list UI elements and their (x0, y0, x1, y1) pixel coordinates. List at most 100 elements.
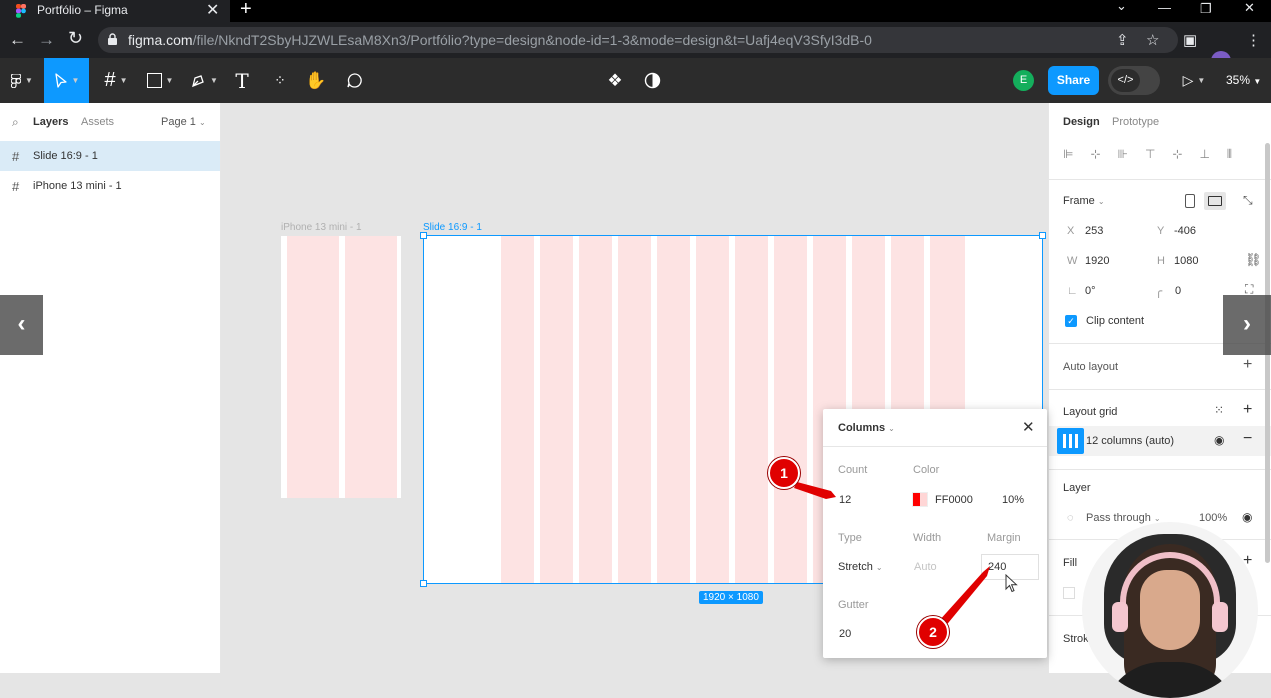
resize-handle[interactable] (420, 232, 427, 239)
browser-tab[interactable]: Portfólio – Figma ✕ (0, 0, 230, 22)
close-icon[interactable]: ✕ (1022, 418, 1035, 436)
next-slide-button[interactable]: › (1223, 295, 1271, 355)
corner-radius-icon: ╭ (1155, 284, 1163, 298)
columns-icon (1075, 434, 1078, 448)
layer-item-iphone[interactable]: # iPhone 13 mini - 1 (0, 171, 220, 201)
frame-label-iphone[interactable]: iPhone 13 mini - 1 (281, 222, 362, 233)
minimize-icon[interactable]: — (1158, 0, 1171, 15)
page-selector[interactable]: Page 1 ⌄ (161, 116, 206, 128)
add-auto-layout-icon[interactable]: + (1243, 356, 1252, 374)
frame-tool-button[interactable]: # ▼ (98, 58, 134, 103)
h-label: H (1157, 255, 1165, 267)
y-field[interactable]: -406 (1174, 225, 1196, 237)
user-avatar[interactable]: E (1013, 70, 1034, 91)
comment-tool-button[interactable] (342, 58, 366, 103)
tab-close-icon[interactable]: ✕ (206, 0, 219, 20)
browser-menu-icon[interactable]: ⋮ (1246, 31, 1261, 49)
shape-tool-button[interactable]: ▼ (142, 58, 178, 103)
contrast-button[interactable] (641, 58, 663, 103)
color-label: Color (913, 464, 940, 476)
grid-styles-icon[interactable]: ⁙ (1214, 403, 1224, 417)
landscape-icon (1208, 196, 1222, 206)
type-select[interactable]: Stretch ⌄ (838, 561, 883, 573)
frame-label-slide[interactable]: Slide 16:9 - 1 (423, 222, 482, 233)
w-field[interactable]: 1920 (1085, 255, 1109, 267)
hand-tool-button[interactable]: ✋ (304, 58, 328, 103)
grid-settings-button[interactable] (1057, 428, 1084, 454)
new-tab-button[interactable]: + (240, 0, 252, 21)
auto-layout-title: Auto layout (1063, 361, 1119, 373)
text-tool-button[interactable]: T (230, 58, 254, 103)
tab-layers[interactable]: Layers (33, 116, 68, 128)
grid-column (579, 236, 612, 583)
tab-design[interactable]: Design (1063, 116, 1100, 128)
frame-section-title[interactable]: Frame ⌄ (1063, 195, 1105, 207)
blend-mode-select[interactable]: Pass through ⌄ (1086, 512, 1161, 524)
dev-mode-toggle[interactable]: </> (1108, 66, 1160, 95)
chevron-down-icon: ⌄ (198, 118, 206, 127)
window-close-icon[interactable]: ✕ (1244, 0, 1255, 16)
clip-content-checkbox[interactable]: ✓ (1065, 315, 1077, 327)
resources-button[interactable]: ⁘ (268, 58, 292, 103)
color-hex-field[interactable]: FF0000 (935, 494, 973, 506)
resize-to-fit-icon[interactable]: ⤡ (1243, 193, 1253, 208)
resize-handle[interactable] (420, 580, 427, 587)
share-button[interactable]: Share (1048, 66, 1099, 95)
tab-title: Portfólio – Figma (37, 3, 128, 17)
alignment-toolbar[interactable]: ⊫⊹⊪⊤⊹⊥⫴ (1063, 147, 1263, 163)
chevron-down-icon: ▼ (1197, 76, 1206, 85)
tab-prototype[interactable]: Prototype (1112, 116, 1159, 128)
grid-entry-row[interactable]: 12 columns (auto) ◉ − (1049, 426, 1271, 456)
present-button[interactable]: ▷ ▼ (1178, 58, 1210, 103)
eye-icon[interactable]: ◉ (1214, 433, 1224, 447)
layer-item-slide[interactable]: # Slide 16:9 - 1 (0, 141, 220, 171)
back-icon[interactable]: ← (9, 30, 26, 50)
restore-icon[interactable]: ❐ (1200, 1, 1212, 17)
rectangle-tool-icon (146, 73, 162, 88)
w-label: W (1067, 255, 1078, 267)
component-button[interactable]: ❖ (604, 58, 626, 103)
color-swatch[interactable] (912, 492, 928, 507)
chevron-down-icon: ⌄ (875, 563, 883, 572)
webcam-overlay (1082, 522, 1258, 698)
sidebar-icon[interactable]: ▣ (1183, 31, 1197, 49)
search-icon[interactable]: ⌕ (12, 115, 19, 130)
annotation-badge-1: 1 (768, 457, 800, 489)
tab-assets[interactable]: Assets (81, 116, 114, 128)
gutter-field[interactable]: 20 (839, 628, 851, 640)
pen-tool-button[interactable]: ▼ (186, 58, 222, 103)
chevron-down-icon: ▼ (165, 76, 174, 85)
width-field[interactable]: Auto (914, 561, 937, 573)
portrait-icon[interactable] (1185, 194, 1195, 208)
url-field[interactable]: figma.com/file/NkndT2SbyHJZWLEsaM8Xn3/Po… (98, 27, 1178, 53)
color-opacity-field[interactable]: 10% (1002, 494, 1024, 506)
zoom-level[interactable]: 35% ▼ (1226, 73, 1261, 87)
layer-opacity-field[interactable]: 100% (1199, 512, 1227, 524)
fill-swatch[interactable] (1063, 587, 1075, 599)
move-tool-button[interactable]: ▼ (44, 58, 89, 103)
remove-grid-icon[interactable]: − (1243, 430, 1252, 448)
h-field[interactable]: 1080 (1174, 255, 1198, 267)
share-page-icon[interactable]: ⇪ (1116, 31, 1129, 49)
add-grid-icon[interactable]: + (1243, 401, 1252, 419)
columns-icon (1069, 434, 1072, 448)
eye-icon[interactable]: ◉ (1242, 510, 1252, 524)
grid-type-select[interactable]: Columns ⌄ (838, 422, 895, 434)
url-text: figma.com/file/NkndT2SbyHJZWLEsaM8Xn3/Po… (128, 32, 872, 48)
forward-icon[interactable]: → (38, 30, 55, 50)
x-field[interactable]: 253 (1085, 225, 1103, 237)
count-label: Count (838, 464, 868, 476)
resize-handle[interactable] (1039, 232, 1046, 239)
main-menu-button[interactable]: ▼ (4, 58, 40, 103)
previous-slide-button[interactable]: ‹ (0, 295, 43, 355)
tab-search-icon[interactable]: ⌄ (1116, 0, 1127, 14)
iphone-frame[interactable] (281, 236, 401, 498)
chevron-left-icon: ‹ (17, 310, 26, 337)
radius-field[interactable]: 0 (1175, 285, 1181, 297)
reload-icon[interactable]: ↻ (68, 28, 83, 49)
bookmark-star-icon[interactable]: ☆ (1146, 31, 1159, 49)
landscape-button[interactable] (1204, 192, 1226, 210)
constrain-proportions-icon[interactable]: ⛓ (1245, 252, 1262, 268)
rotation-field[interactable]: 0° (1085, 285, 1096, 297)
count-field[interactable]: 12 (839, 494, 851, 506)
